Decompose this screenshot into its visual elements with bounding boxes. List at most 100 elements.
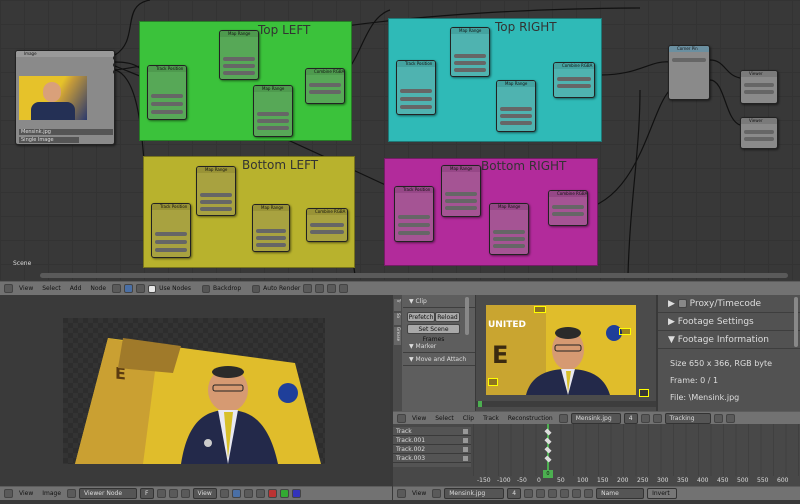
backdrop-checkbox[interactable] xyxy=(201,284,210,293)
node-field[interactable] xyxy=(744,137,774,141)
combine-rgba-node[interactable]: Combine RGBA xyxy=(553,62,595,98)
node-field[interactable] xyxy=(672,58,706,62)
menu-add[interactable]: Add xyxy=(67,284,85,293)
output-socket[interactable] xyxy=(113,56,114,60)
lock-icon[interactable] xyxy=(463,456,468,461)
image-viewer[interactable]: E xyxy=(0,295,390,486)
map-range-node[interactable]: Map Range xyxy=(496,80,536,132)
node-field[interactable] xyxy=(155,232,187,236)
clip-users-count[interactable]: 4 xyxy=(507,488,522,499)
combine-rgba-node[interactable]: Combine RGBA xyxy=(305,68,345,104)
node-field[interactable] xyxy=(256,236,286,240)
node-field[interactable] xyxy=(398,215,430,219)
properties-scrollbar[interactable] xyxy=(794,297,798,347)
image-icon[interactable] xyxy=(156,489,166,498)
clip-editor-view[interactable]: UNITED E xyxy=(476,295,656,411)
node-field[interactable] xyxy=(257,126,289,130)
track-position-node[interactable]: Track Position xyxy=(147,65,187,120)
display-icon[interactable] xyxy=(219,489,229,498)
menu-view[interactable]: View xyxy=(16,489,36,498)
folder-icon[interactable] xyxy=(524,489,534,498)
node-field[interactable] xyxy=(151,110,183,114)
map-range-node[interactable]: Map Range xyxy=(441,165,481,217)
editor-type-icon[interactable] xyxy=(4,284,13,293)
track-position-node[interactable]: Track Position xyxy=(394,186,434,242)
tab-track[interactable]: Tr xyxy=(394,299,401,311)
panel-move-attach-header[interactable]: ▼ Move and Attach xyxy=(403,353,475,366)
node-field[interactable] xyxy=(454,54,486,58)
node-field[interactable] xyxy=(454,61,486,65)
sort-method-select[interactable]: Name xyxy=(596,488,645,499)
tracking-marker[interactable] xyxy=(639,389,649,397)
pin-icon[interactable] xyxy=(180,489,190,498)
corner-pin-node[interactable]: Corner Pin xyxy=(668,45,710,100)
node-field[interactable] xyxy=(309,90,341,94)
node-field[interactable] xyxy=(493,230,525,234)
render-icon[interactable] xyxy=(255,489,265,498)
combine-rgba-node[interactable]: Combine RGBA xyxy=(548,190,588,226)
channel-rgb-icon[interactable] xyxy=(231,489,241,498)
menu-select[interactable]: Select xyxy=(432,414,457,423)
panel-footage-settings[interactable]: ▶ Footage Settings xyxy=(658,313,800,331)
node-field[interactable] xyxy=(400,89,432,93)
node-field[interactable] xyxy=(200,200,232,204)
clip-browse-icon[interactable] xyxy=(432,489,442,498)
node-field[interactable] xyxy=(500,114,532,118)
node-field[interactable] xyxy=(400,105,432,109)
editor-type-icon[interactable] xyxy=(397,414,406,423)
proxy-checkbox[interactable] xyxy=(677,299,687,308)
node-field[interactable] xyxy=(493,244,525,248)
output-socket[interactable] xyxy=(113,70,114,74)
track-position-node[interactable]: Track Position xyxy=(151,203,191,258)
use-nodes-checkbox[interactable] xyxy=(148,284,157,293)
map-range-node[interactable]: Map Range xyxy=(219,30,259,80)
close-icon[interactable] xyxy=(168,489,178,498)
folder-icon[interactable] xyxy=(640,414,650,423)
node-field[interactable] xyxy=(200,207,232,211)
editor-type-icon[interactable] xyxy=(4,489,13,498)
node-field[interactable] xyxy=(552,212,584,216)
clip-name-field[interactable]: Mensink.jpg xyxy=(444,488,505,499)
menu-node[interactable]: Node xyxy=(87,284,109,293)
node-field[interactable] xyxy=(500,107,532,111)
mode-select[interactable]: Tracking xyxy=(664,413,711,424)
node-field[interactable] xyxy=(557,84,591,88)
lock-icon[interactable] xyxy=(315,284,325,293)
filter-icon[interactable] xyxy=(572,489,582,498)
clip-browse-icon[interactable] xyxy=(558,414,568,423)
node-field[interactable] xyxy=(223,71,255,75)
node-field[interactable] xyxy=(309,83,341,87)
node-field[interactable] xyxy=(257,119,289,123)
image-browse-icon[interactable] xyxy=(67,489,77,498)
color-red-icon[interactable] xyxy=(267,489,277,498)
lock-icon[interactable] xyxy=(463,447,468,452)
node-field[interactable] xyxy=(151,102,183,106)
track-item[interactable]: Track xyxy=(393,427,471,436)
track-item[interactable]: Track.003 xyxy=(393,454,471,463)
color-green-icon[interactable] xyxy=(279,489,289,498)
reload-button[interactable]: Reload xyxy=(435,312,460,322)
tracking-marker[interactable] xyxy=(534,306,546,313)
panel-scrollbar[interactable] xyxy=(465,297,469,335)
panel-footage-information[interactable]: ▼ Footage Information xyxy=(658,331,800,349)
image-source-select[interactable]: Single Image xyxy=(19,137,79,143)
menu-reconstruction[interactable]: Reconstruction xyxy=(505,414,556,423)
node-field[interactable] xyxy=(445,199,477,203)
menu-view[interactable]: View xyxy=(409,414,429,423)
menu-view[interactable]: View xyxy=(409,489,429,498)
compositing-icon[interactable] xyxy=(124,284,134,293)
auto-render-checkbox[interactable] xyxy=(252,284,261,293)
track-item[interactable]: Track.002 xyxy=(393,445,471,454)
channel-alpha-icon[interactable] xyxy=(243,489,253,498)
tracking-marker[interactable] xyxy=(619,328,631,335)
color-blue-icon[interactable] xyxy=(291,489,301,498)
close-icon[interactable] xyxy=(652,414,662,423)
node-field[interactable] xyxy=(200,193,232,197)
horizontal-scrollbar[interactable] xyxy=(40,273,788,278)
invert-button[interactable]: Invert xyxy=(647,488,678,499)
set-scene-frames-button[interactable]: Set Scene Frames xyxy=(407,324,460,343)
track-item[interactable]: Track.001 xyxy=(393,436,471,445)
node-editor[interactable]: Top LEFT Top RIGHT Bottom LEFT Bottom RI… xyxy=(0,0,800,280)
dopesheet-view-icon[interactable] xyxy=(548,489,558,498)
shader-icon[interactable] xyxy=(112,284,122,293)
